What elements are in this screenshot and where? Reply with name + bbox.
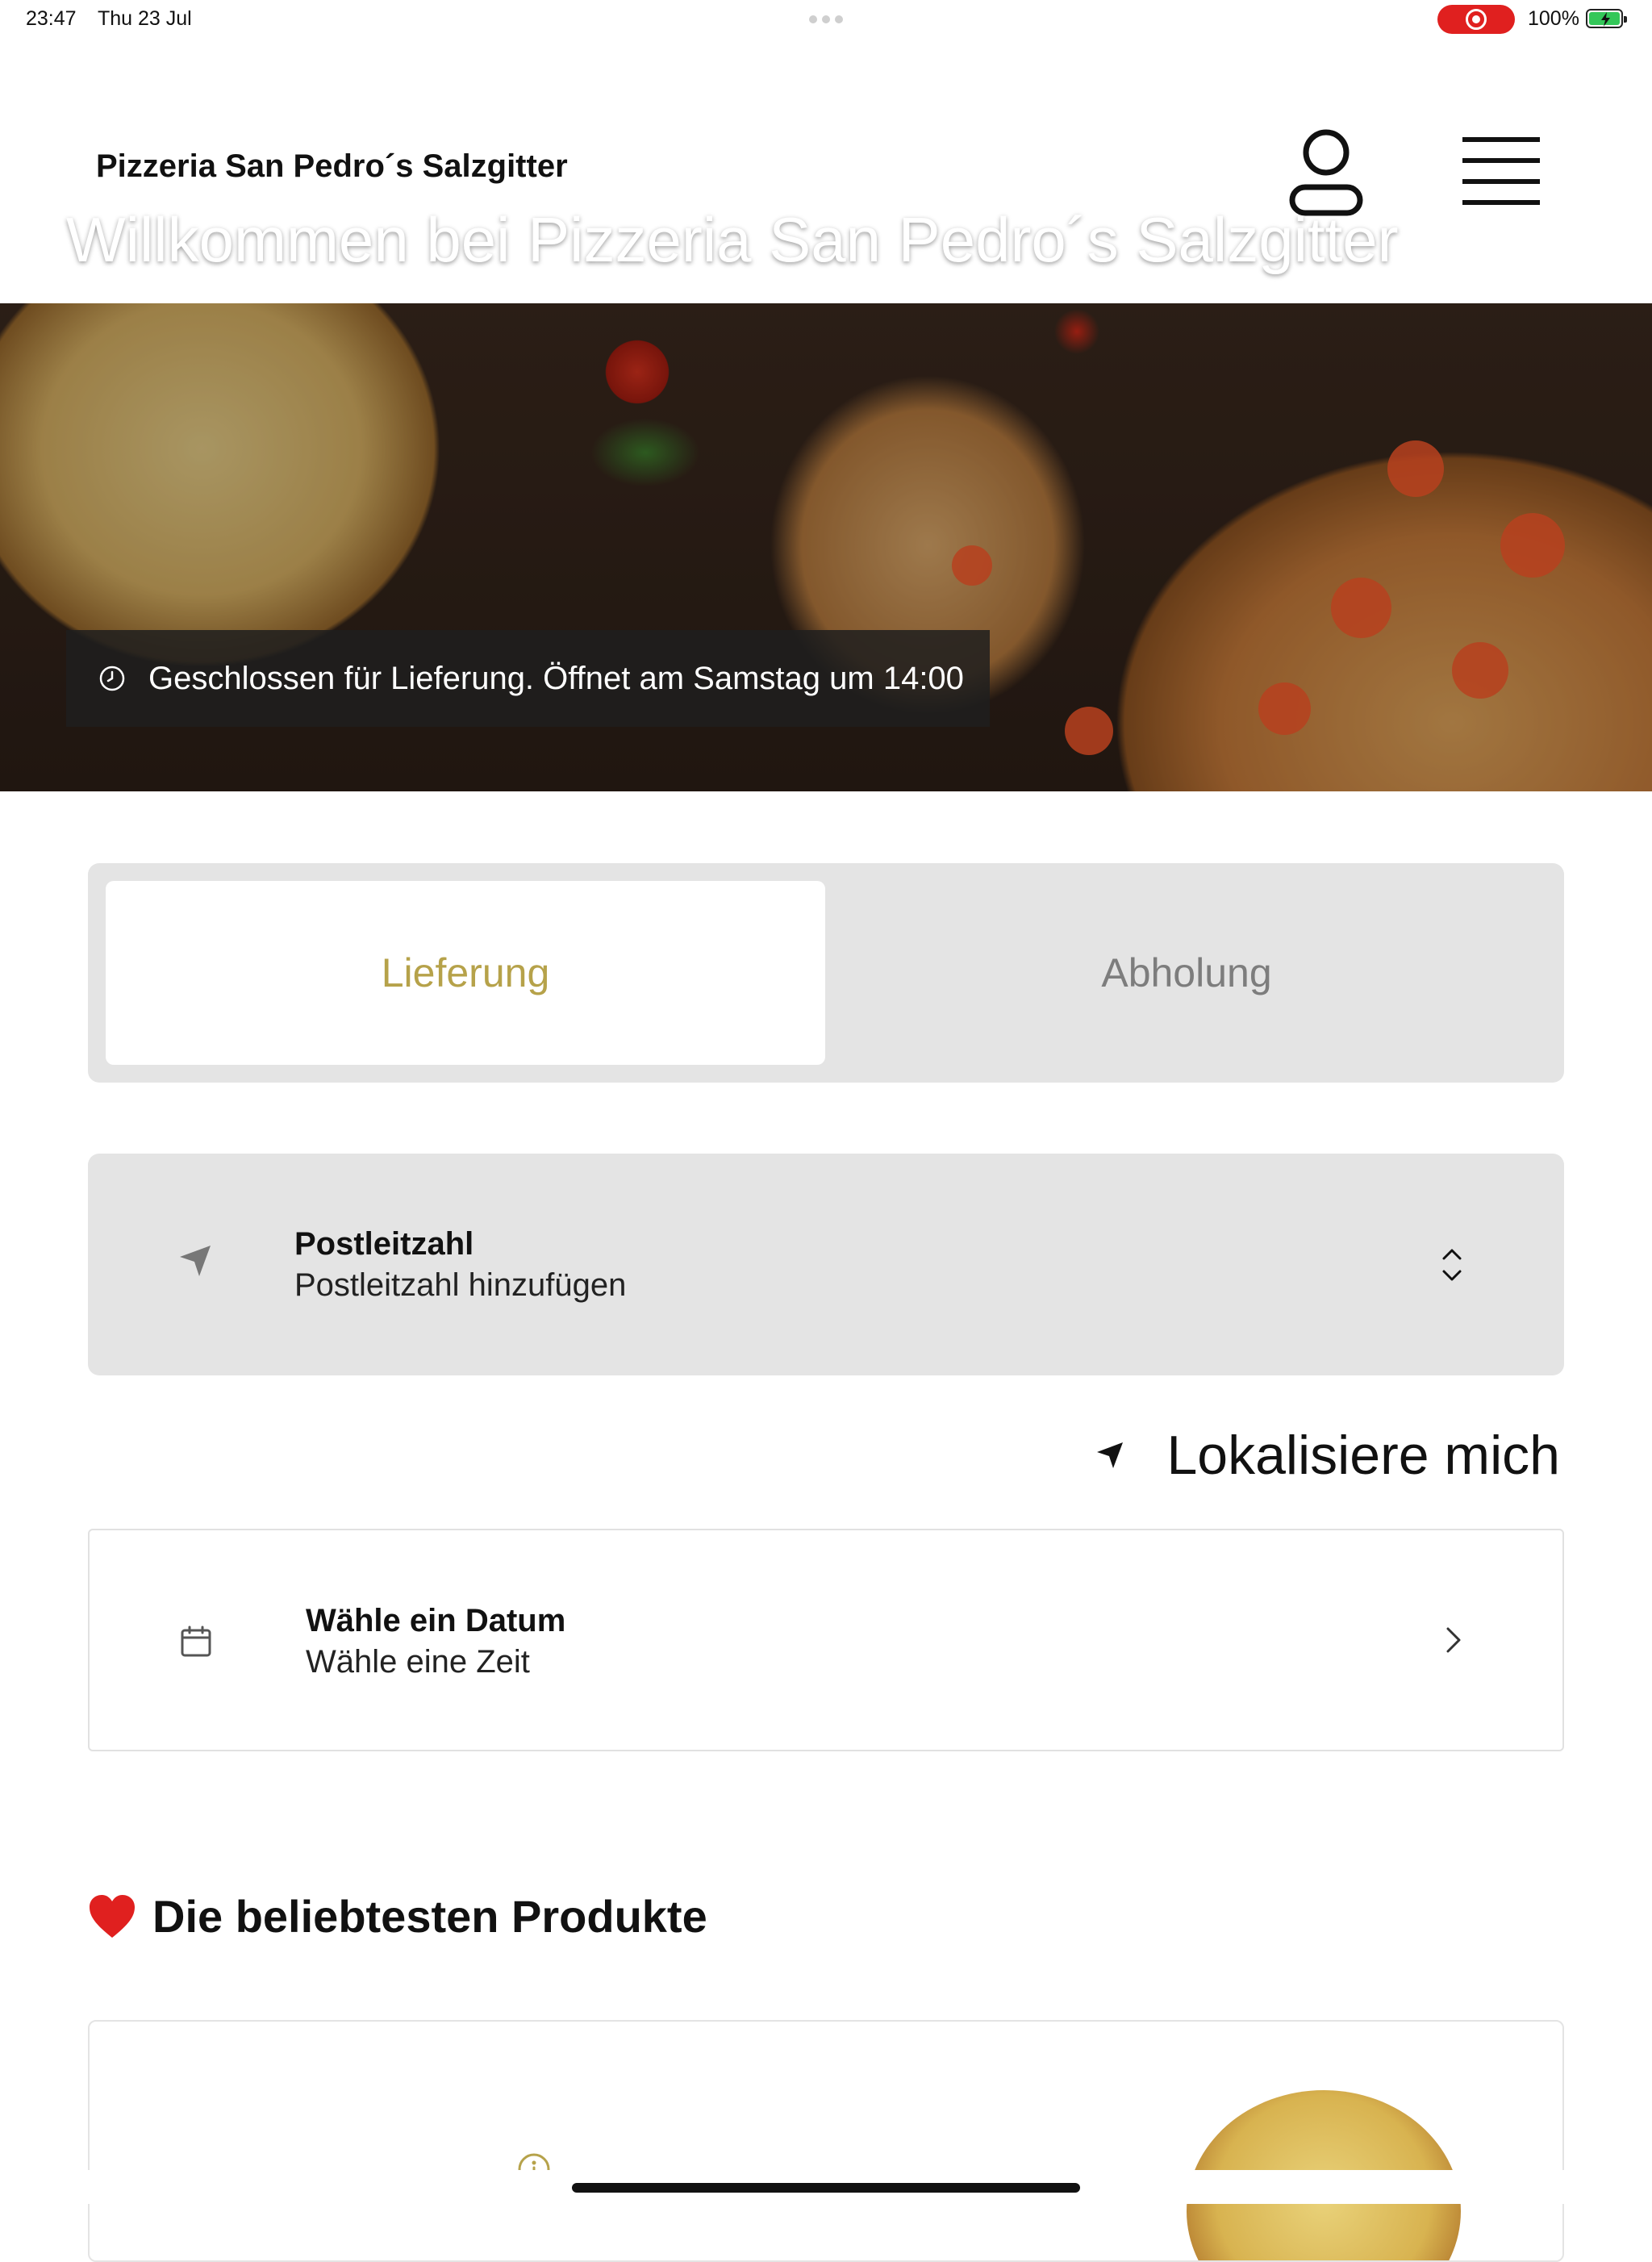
home-indicator[interactable] [572,2183,1080,2193]
chevron-up-down-icon [1442,1249,1462,1281]
popular-products-heading: Die beliebtesten Produkte [88,1890,707,1943]
location-arrow-icon [1097,1442,1124,1468]
order-mode-switch: Lieferung Abholung [88,863,1564,1083]
popular-products-title: Die beliebtesten Produkte [152,1891,707,1942]
schedule-selector[interactable]: Wähle ein Datum Wähle eine Zeit [88,1529,1564,1751]
calendar-icon [181,1626,211,1657]
tab-abholung[interactable]: Abholung [827,881,1546,1065]
battery-percent: 100% [1528,7,1579,30]
product-card[interactable] [88,2020,1564,2262]
postcode-label: Postleitzahl [294,1226,474,1262]
heart-icon [90,1894,135,1938]
postcode-selector[interactable]: Postleitzahl Postleitzahl hinzufügen [88,1154,1564,1375]
status-time: 23:47 [26,7,77,30]
locate-me-label: Lokalisiere mich [1166,1425,1560,1486]
hamburger-menu-icon[interactable] [1461,136,1541,208]
battery-charging-icon [1586,9,1627,28]
chevron-right-icon [1446,1627,1461,1653]
status-bar: 23:47 Thu 23 Jul 100% [0,0,1652,39]
screen-record-icon[interactable] [1437,5,1515,34]
hero-title: Willkommen bei Pizzeria San Pedro´s Salz… [66,204,1399,275]
delivery-status-banner: Geschlossen für Lieferung. Öffnet am Sam… [66,630,990,727]
tab-lieferung[interactable]: Lieferung [106,881,825,1065]
multitasking-dots-icon[interactable] [809,15,843,23]
date-label: Wähle ein Datum [306,1603,566,1638]
delivery-status-text: Geschlossen für Lieferung. Öffnet am Sam… [148,660,964,696]
clock-icon [99,666,125,691]
locate-me-button[interactable]: Lokalisiere mich [1095,1424,1560,1487]
postcode-placeholder: Postleitzahl hinzufügen [294,1267,627,1303]
location-arrow-icon [180,1246,211,1276]
brand-title[interactable]: Pizzeria San Pedro´s Salzgitter [96,148,568,185]
time-label: Wähle eine Zeit [306,1644,530,1680]
status-date: Thu 23 Jul [98,7,192,30]
